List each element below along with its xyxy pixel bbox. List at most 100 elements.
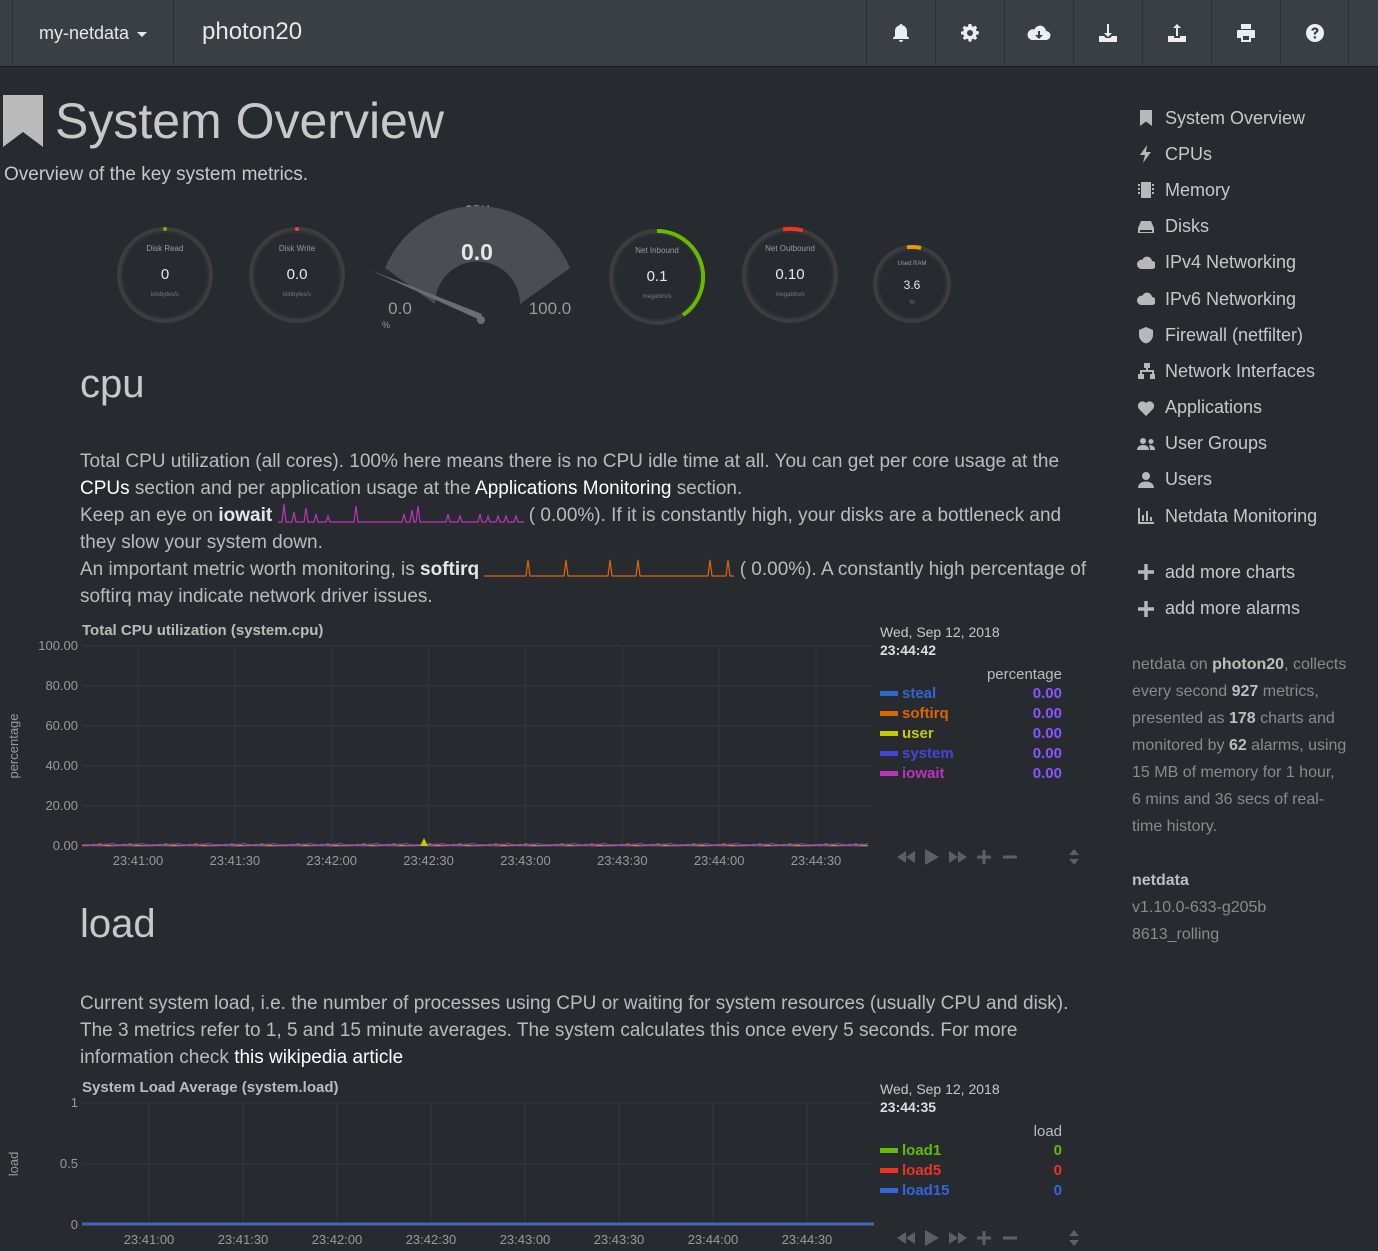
legend-value: 0.00 bbox=[1032, 684, 1062, 702]
applications-monitoring-link[interactable]: Applications Monitoring bbox=[475, 478, 671, 499]
host-menu-dropdown[interactable]: my-netdata bbox=[12, 0, 174, 66]
top-navbar: my-netdata photon20 bbox=[0, 0, 1378, 67]
cpu-section-title: cpu bbox=[80, 362, 145, 406]
legend-value: 0 bbox=[1053, 1141, 1062, 1159]
netdata-info: netdata on photon20, collects every seco… bbox=[1132, 651, 1347, 948]
sidebar-item-network-interfaces[interactable]: Network Interfaces bbox=[1133, 353, 1373, 389]
pan-right-button[interactable] bbox=[949, 849, 967, 865]
legend-item-user[interactable]: user 0.00 bbox=[880, 723, 1065, 743]
resize-handle[interactable] bbox=[1065, 1230, 1083, 1246]
sidebar-item-ipv4-networking[interactable]: IPv4 Networking bbox=[1133, 245, 1373, 281]
sidebar-item-netdata-monitoring[interactable]: Netdata Monitoring bbox=[1133, 498, 1373, 534]
play-icon bbox=[925, 849, 939, 865]
x-tick-label: 23:41:30 bbox=[210, 853, 261, 868]
legend-item-system[interactable]: system 0.00 bbox=[880, 743, 1065, 763]
load-chart[interactable]: 1 0.5 0 23:41:00 23:41:30 23:42:00 23:42:30 23:… bbox=[0, 1093, 882, 1251]
heartbeat-icon bbox=[1137, 400, 1155, 416]
legend-item-iowait[interactable]: iowait 0.00 bbox=[880, 763, 1065, 783]
x-tick-label: 23:44:00 bbox=[694, 853, 745, 868]
legend-item-load1[interactable]: load1 0 bbox=[880, 1140, 1065, 1160]
iowait-desc-text: Keep an eye on bbox=[80, 505, 219, 526]
sidebar-item-system-overview[interactable]: System Overview bbox=[1133, 100, 1373, 136]
x-tick-label: 23:41:30 bbox=[218, 1232, 269, 1247]
iowait-sparkline bbox=[277, 503, 524, 523]
sidebar-item-cpus[interactable]: CPUs bbox=[1133, 136, 1373, 172]
zoom-in-button[interactable] bbox=[975, 1230, 993, 1246]
cpus-link[interactable]: CPUs bbox=[80, 478, 130, 499]
resize-handle[interactable] bbox=[1065, 849, 1083, 865]
net-inbound-value: 0.1 bbox=[647, 268, 668, 285]
alarms-button[interactable] bbox=[866, 0, 935, 66]
disk-write-units: kilobytes/s bbox=[283, 292, 311, 298]
legend-swatch bbox=[880, 770, 898, 776]
help-button[interactable] bbox=[1280, 0, 1349, 66]
forward-icon bbox=[949, 1232, 967, 1244]
net-outbound-units: megabits/s bbox=[775, 292, 804, 298]
settings-button[interactable] bbox=[935, 0, 1004, 66]
used-ram-label: Used RAM bbox=[897, 261, 926, 267]
backward-icon bbox=[897, 851, 915, 863]
add-more-alarms-label: add more alarms bbox=[1165, 598, 1301, 619]
pan-left-button[interactable] bbox=[897, 849, 915, 865]
sidebar-item-user-groups[interactable]: User Groups bbox=[1133, 426, 1373, 462]
sidebar-item-applications[interactable]: Applications bbox=[1133, 390, 1373, 426]
used-ram-units: % bbox=[909, 300, 915, 306]
cloud-download-icon bbox=[1027, 25, 1051, 40]
net-inbound-gauge[interactable]: Net Inbound 0.1 megabits/s bbox=[602, 222, 712, 332]
version-title: netdata bbox=[1132, 872, 1189, 889]
info-host: photon20 bbox=[1212, 656, 1285, 673]
sidebar-item-ipv6-networking[interactable]: IPv6 Networking bbox=[1133, 281, 1373, 317]
x-tick-label: 23:42:00 bbox=[312, 1232, 363, 1247]
legend-item-steal[interactable]: steal 0.00 bbox=[880, 683, 1065, 703]
cpu-legend-time: 23:44:42 bbox=[880, 642, 937, 658]
disk-read-label: Disk Read bbox=[147, 244, 184, 253]
legend-item-load5[interactable]: load5 0 bbox=[880, 1160, 1065, 1180]
cpu-gauge[interactable]: CPU 0.0 0.0 100.0 % bbox=[360, 200, 590, 340]
y-tick-label: 20.00 bbox=[45, 798, 78, 813]
export-button[interactable] bbox=[1142, 0, 1211, 66]
add-more-alarms-link[interactable]: add more alarms bbox=[1133, 590, 1373, 626]
plus-icon bbox=[977, 1231, 991, 1245]
cloud-sync-button[interactable] bbox=[1004, 0, 1073, 66]
version-string: v1.10.0-633-g205b8613_rolling bbox=[1132, 899, 1267, 943]
used-ram-value: 3.6 bbox=[904, 278, 921, 292]
x-tick-label: 23:44:30 bbox=[791, 853, 842, 868]
net-outbound-gauge[interactable]: Net Outbound 0.10 megabits/s bbox=[735, 220, 845, 330]
sidebar-item-users[interactable]: Users bbox=[1133, 462, 1373, 498]
sidebar-item-label: Netdata Monitoring bbox=[1165, 505, 1318, 526]
zoom-out-button[interactable] bbox=[1001, 1230, 1019, 1246]
cpu-chart[interactable]: 100.00 80.00 60.00 40.00 20.00 0.00 23:41:00 23… bbox=[0, 636, 880, 872]
plus-icon bbox=[1138, 564, 1154, 581]
x-tick-label: 23:44:00 bbox=[688, 1232, 739, 1247]
print-button[interactable] bbox=[1211, 0, 1280, 66]
net-inbound-units: megabits/s bbox=[642, 294, 671, 300]
disk-read-gauge[interactable]: Disk Read 0 kilobytes/s bbox=[110, 220, 220, 330]
pan-left-button[interactable] bbox=[897, 1230, 915, 1246]
legend-swatch bbox=[880, 1187, 898, 1193]
wikipedia-link[interactable]: this wikipedia article bbox=[234, 1047, 403, 1068]
play-button[interactable] bbox=[923, 1230, 941, 1246]
sidebar-item-disks[interactable]: Disks bbox=[1133, 209, 1373, 245]
legend-swatch bbox=[880, 730, 898, 736]
pan-right-button[interactable] bbox=[949, 1230, 967, 1246]
net-outbound-label: Net Outbound bbox=[765, 244, 815, 253]
load-chart-controls bbox=[897, 1230, 1083, 1246]
import-button[interactable] bbox=[1073, 0, 1142, 66]
sidebar-item-label: Applications bbox=[1165, 397, 1263, 418]
used-ram-gauge[interactable]: Used RAM 3.6 % bbox=[870, 242, 954, 326]
disk-write-gauge[interactable]: Disk Write 0.0 kilobytes/s bbox=[242, 220, 352, 330]
cpu-legend-date: Wed, Sep 12, 2018 bbox=[880, 624, 1000, 640]
add-more-charts-link[interactable]: add more charts bbox=[1133, 554, 1373, 590]
play-button[interactable] bbox=[923, 849, 941, 865]
zoom-in-button[interactable] bbox=[975, 849, 993, 865]
legend-item-load15[interactable]: load15 0 bbox=[880, 1180, 1065, 1200]
legend-swatch bbox=[880, 690, 898, 696]
legend-name: softirq bbox=[902, 704, 949, 722]
y-tick-label: 80.00 bbox=[45, 678, 78, 693]
bell-icon bbox=[893, 24, 909, 42]
sidebar-item-memory[interactable]: Memory bbox=[1133, 172, 1373, 208]
y-tick-label: 40.00 bbox=[45, 758, 78, 773]
sidebar-item-firewall-netfilter[interactable]: Firewall (netfilter) bbox=[1133, 317, 1373, 353]
legend-item-softirq[interactable]: softirq 0.00 bbox=[880, 703, 1065, 723]
zoom-out-button[interactable] bbox=[1001, 849, 1019, 865]
